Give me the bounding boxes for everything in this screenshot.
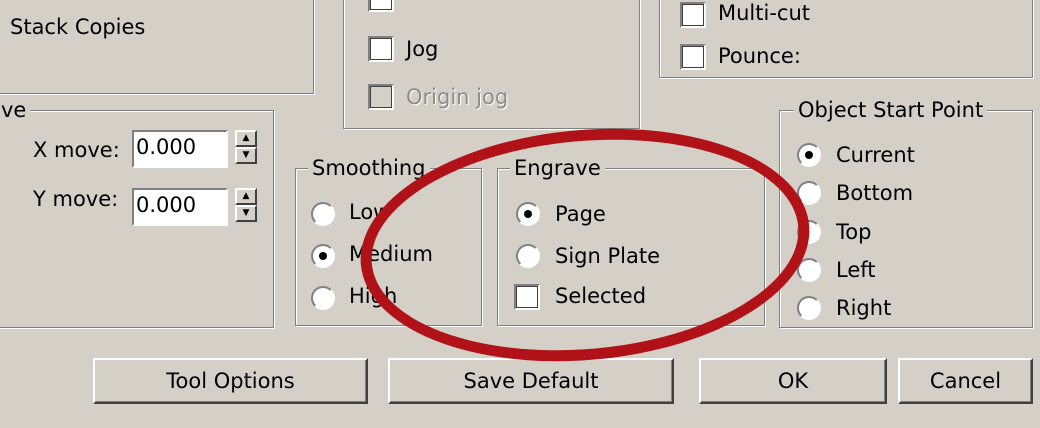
start-top-label: Top	[836, 220, 872, 244]
ok-button[interactable]: OK	[699, 358, 887, 404]
y-move-label: Y move:	[33, 187, 119, 211]
x-move-input[interactable]: 0.000	[132, 130, 228, 168]
start-right-radio[interactable]	[797, 296, 821, 320]
y-move-input[interactable]: 0.000	[132, 188, 228, 226]
annotation-ellipse	[350, 110, 820, 380]
unknown-checkbox-top[interactable]	[368, 0, 394, 12]
origin-jog-checkbox[interactable]	[368, 84, 394, 110]
y-move-down-button[interactable]: ▼	[235, 205, 257, 222]
jog-label: Jog	[406, 37, 439, 61]
start-left-label: Left	[836, 258, 876, 282]
pounce-checkbox[interactable]	[680, 44, 706, 70]
x-move-value: 0.000	[136, 135, 197, 159]
smoothing-medium-radio[interactable]	[311, 244, 335, 268]
stack-copies-label: Stack Copies	[10, 15, 146, 39]
multi-cut-checkbox[interactable]	[680, 2, 706, 28]
tool-options-button[interactable]: Tool Options	[93, 358, 368, 404]
move-group-title: ve	[0, 97, 31, 123]
start-bottom-label: Bottom	[836, 181, 914, 205]
jog-checkbox[interactable]	[368, 36, 394, 62]
radio-selected-dot	[319, 252, 327, 260]
smoothing-high-radio[interactable]	[311, 286, 335, 310]
cut-options-group	[659, 0, 1033, 78]
origin-jog-label: Origin jog	[406, 85, 509, 109]
radio-selected-dot	[805, 151, 813, 159]
x-move-label: X move:	[33, 138, 120, 162]
pounce-label: Pounce:	[718, 44, 801, 68]
y-move-spinner[interactable]: ▲ ▼	[235, 188, 257, 222]
save-default-button[interactable]: Save Default	[388, 358, 674, 404]
start-current-radio[interactable]	[797, 143, 821, 167]
x-move-down-button[interactable]: ▼	[235, 147, 257, 164]
start-current-label: Current	[836, 143, 915, 167]
start-right-label: Right	[836, 296, 892, 320]
object-start-point-title: Object Start Point	[794, 97, 988, 123]
smoothing-low-radio[interactable]	[311, 202, 335, 226]
multi-cut-label: Multi-cut	[718, 1, 810, 25]
x-move-up-button[interactable]: ▲	[235, 130, 257, 147]
y-move-value: 0.000	[136, 193, 197, 217]
cancel-button[interactable]: Cancel	[898, 358, 1033, 404]
x-move-spinner[interactable]: ▲ ▼	[235, 130, 257, 164]
smoothing-title: Smoothing	[308, 155, 430, 181]
y-move-up-button[interactable]: ▲	[235, 188, 257, 205]
